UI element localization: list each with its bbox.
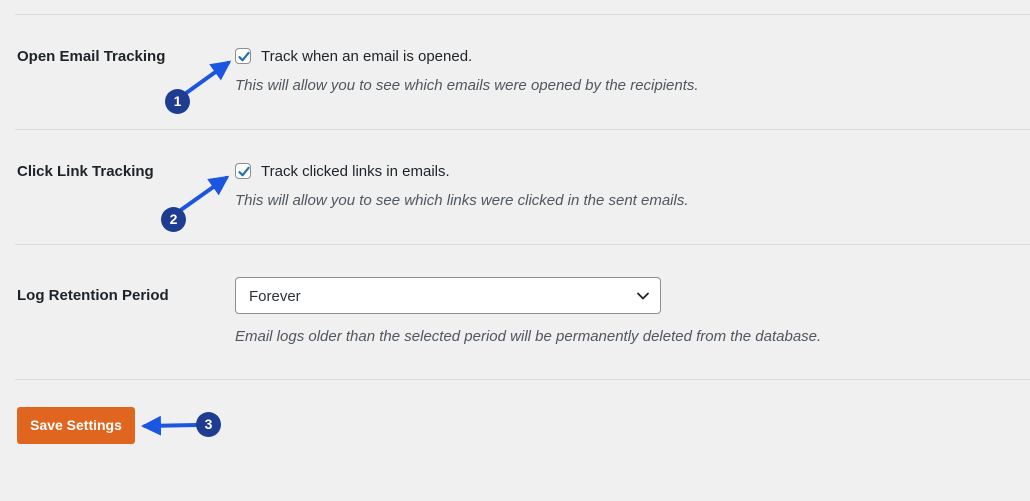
log-retention-select[interactable]: Forever <box>235 277 661 314</box>
section-divider <box>15 379 1030 380</box>
log-retention-description: Email logs older than the selected perio… <box>235 328 822 345</box>
save-settings-button[interactable]: Save Settings <box>17 407 135 444</box>
log-retention-period-label: Log Retention Period <box>17 287 169 304</box>
open-email-tracking-checkbox[interactable] <box>235 48 251 64</box>
open-email-tracking-label: Open Email Tracking <box>17 48 166 65</box>
annotation-badge-3: 3 <box>196 412 221 437</box>
open-email-tracking-description: This will allow you to see which emails … <box>235 77 699 94</box>
section-divider <box>15 244 1030 245</box>
section-divider <box>15 129 1030 130</box>
checkmark-icon <box>238 166 250 177</box>
annotation-badge-1: 1 <box>165 89 190 114</box>
annotation-arrow-2 <box>176 175 230 214</box>
annotation-arrows <box>141 60 232 436</box>
click-link-tracking-checkbox[interactable] <box>235 163 251 179</box>
click-link-tracking-label: Click Link Tracking <box>17 163 154 180</box>
top-divider <box>15 14 1030 15</box>
chevron-down-icon <box>637 292 649 300</box>
annotation-arrow-1 <box>180 60 232 98</box>
click-link-tracking-description: This will allow you to see which links w… <box>235 192 689 209</box>
open-email-tracking-checkbox-label[interactable]: Track when an email is opened. <box>261 48 472 65</box>
annotation-badge-2: 2 <box>161 207 186 232</box>
annotation-arrow-3 <box>141 415 199 436</box>
click-link-tracking-checkbox-label[interactable]: Track clicked links in emails. <box>261 163 450 180</box>
checkmark-icon <box>238 51 250 62</box>
log-retention-select-value: Forever <box>249 288 301 305</box>
